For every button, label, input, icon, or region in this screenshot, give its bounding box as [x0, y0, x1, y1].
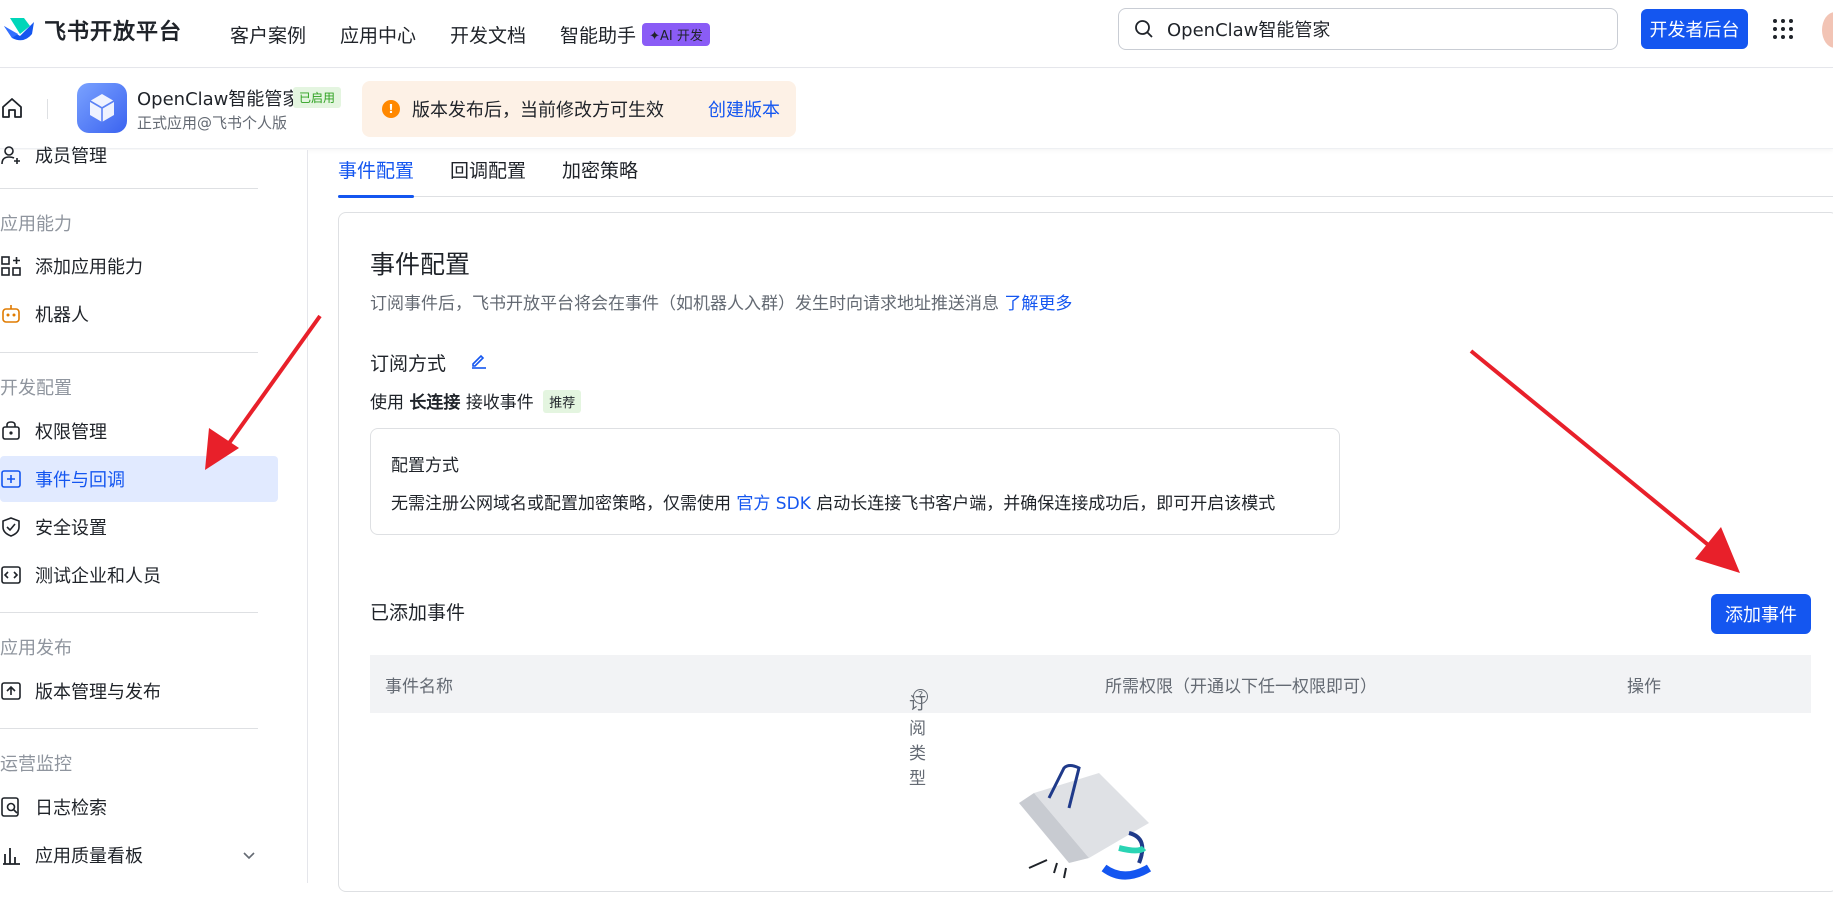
sidebar-item-label: 权限管理: [35, 422, 107, 443]
ai-badge: ✦AI 开发: [642, 22, 710, 46]
sidebar: 成员管理 应用能力 添加应用能力 机器人 开发配置 权限管理 事件与回调 安全设…: [0, 146, 308, 883]
blocks-icon: [1, 256, 21, 276]
developer-console-button[interactable]: 开发者后台: [1641, 9, 1748, 49]
col-subscribe-type: 订阅类型: [909, 694, 926, 789]
search-input[interactable]: OpenClaw智能管家: [1118, 8, 1618, 50]
sidebar-item-label: 成员管理: [35, 146, 107, 167]
sidebar-item-versions[interactable]: 版本管理与发布: [0, 668, 278, 714]
apps-grid-icon[interactable]: [1772, 18, 1794, 40]
app-icon: [77, 83, 127, 133]
lock-icon: [2, 421, 20, 440]
col-permissions: 所需权限（开通以下任一权限即可）: [1105, 677, 1377, 697]
app-name: OpenClaw智能管家: [137, 89, 301, 110]
feishu-logo-icon: [4, 18, 34, 41]
divider: [0, 612, 258, 613]
shield-icon: [2, 517, 20, 537]
bar-chart-icon: [3, 848, 20, 865]
divider: [0, 728, 258, 729]
nav-app-center[interactable]: 应用中心: [340, 21, 416, 48]
tab-callback-config[interactable]: 回调配置: [450, 150, 526, 197]
nav-ai-assistant[interactable]: 智能助手 ✦AI 开发: [560, 21, 710, 48]
empty-state-icon: [1019, 764, 1152, 880]
avatar[interactable]: [1822, 12, 1833, 48]
chevron-down-icon[interactable]: [242, 848, 256, 862]
platform-name: 飞书开放平台: [44, 20, 183, 45]
group-dev-config: 开发配置: [0, 378, 72, 399]
event-icon: [1, 470, 21, 488]
status-badge: 已启用: [293, 87, 342, 108]
top-navbar: 飞书开放平台 客户案例 应用中心 开发文档 智能助手 ✦AI 开发 OpenCla…: [0, 0, 1833, 68]
sidebar-item-label: 安全设置: [35, 518, 107, 539]
notice-text: 版本发布后，当前修改方可生效: [412, 100, 664, 121]
long-connection-label: 长连接: [409, 393, 461, 413]
search-icon: [1135, 20, 1153, 38]
log-search-icon: [1, 797, 19, 817]
page-description: 订阅事件后，飞书开放平台将会在事件（如机器人入群）发生时向请求地址推送消息 了解…: [370, 289, 1072, 314]
sidebar-item-label: 测试企业和人员: [35, 566, 161, 587]
col-event-name: 事件名称: [385, 677, 453, 697]
sidebar-item-bot[interactable]: 机器人: [0, 291, 278, 337]
add-event-button[interactable]: 添加事件: [1711, 594, 1811, 634]
robot-icon: [2, 305, 20, 323]
platform-logo[interactable]: 飞书开放平台: [2, 14, 182, 46]
edit-icon[interactable]: [470, 351, 488, 369]
learn-more-link[interactable]: 了解更多: [1004, 294, 1072, 314]
config-text-1: 无需注册公网域名或配置加密策略，仅需使用: [391, 494, 731, 514]
sidebar-item-logs[interactable]: 日志检索: [0, 784, 278, 830]
warning-icon: !: [382, 100, 400, 118]
code-icon: [1, 566, 21, 584]
use-prefix: 使用: [370, 393, 404, 413]
events-table-header: 事件名称 订阅类型? 所需权限（开通以下任一权限即可） 操作: [370, 655, 1811, 789]
create-version-link[interactable]: 创建版本: [708, 96, 780, 122]
config-info-box: 配置方式 无需注册公网域名或配置加密策略，仅需使用 官方 SDK 启动长连接飞书…: [370, 428, 1340, 535]
cube-icon: [89, 94, 115, 122]
upload-icon: [1, 682, 21, 700]
sidebar-item-label: 添加应用能力: [35, 257, 143, 278]
event-config-card: 事件配置 订阅事件后，飞书开放平台将会在事件（如机器人入群）发生时向请求地址推送…: [338, 212, 1833, 892]
tab-event-config[interactable]: 事件配置: [338, 150, 415, 198]
sidebar-item-label: 机器人: [35, 305, 89, 326]
recommend-badge: 推荐: [543, 390, 582, 413]
col-actions: 操作: [1627, 677, 1661, 697]
config-tabs: 事件配置 回调配置 加密策略: [338, 150, 1833, 198]
subscribe-mode: 使用 长连接 接收事件 推荐: [370, 388, 582, 413]
config-text-2: 启动长连接飞书客户端，并确保连接成功后，即可开启该模式: [816, 494, 1276, 514]
app-subtitle: 正式应用@飞书个人版: [137, 114, 288, 132]
top-nav: 客户案例 应用中心 开发文档 智能助手 ✦AI 开发: [230, 0, 710, 68]
user-add-icon: [1, 146, 20, 165]
sidebar-item-events[interactable]: 事件与回调: [0, 456, 278, 502]
nav-customer-cases[interactable]: 客户案例: [230, 21, 306, 48]
nav-dev-docs[interactable]: 开发文档: [450, 21, 526, 48]
sidebar-item-label: 应用质量看板: [35, 846, 143, 867]
help-icon[interactable]: ?: [913, 689, 928, 704]
config-text: 无需注册公网域名或配置加密策略，仅需使用 官方 SDK 启动长连接飞书客户端，并…: [391, 489, 1275, 514]
config-title: 配置方式: [391, 456, 459, 476]
group-release: 应用发布: [0, 638, 72, 659]
home-icon[interactable]: [0, 96, 24, 120]
divider: [47, 99, 48, 119]
sidebar-item-members[interactable]: 成员管理: [0, 132, 278, 178]
sidebar-item-label: 事件与回调: [35, 470, 125, 491]
divider: [0, 188, 258, 189]
sidebar-item-permissions[interactable]: 权限管理: [0, 408, 278, 454]
search-value: OpenClaw智能管家: [1167, 20, 1331, 41]
sidebar-item-security[interactable]: 安全设置: [0, 504, 278, 550]
added-events-heading: 已添加事件: [370, 602, 466, 624]
sidebar-item-test-users[interactable]: 测试企业和人员: [0, 552, 278, 598]
tab-encryption[interactable]: 加密策略: [562, 150, 638, 197]
description-text: 订阅事件后，飞书开放平台将会在事件（如机器人入群）发生时向请求地址推送消息: [370, 294, 999, 314]
subscribe-heading: 订阅方式: [370, 353, 447, 375]
official-sdk-link[interactable]: 官方 SDK: [736, 494, 810, 514]
divider: [0, 352, 258, 353]
sidebar-item-label: 版本管理与发布: [35, 682, 161, 703]
sidebar-item-quality[interactable]: 应用质量看板: [0, 832, 278, 878]
nav-ai-assistant-label: 智能助手: [560, 24, 637, 47]
sidebar-item-label: 日志检索: [35, 798, 107, 819]
page-title: 事件配置: [370, 250, 471, 279]
version-notice: ! 版本发布后，当前修改方可生效 创建版本: [362, 81, 796, 137]
group-app-ability: 应用能力: [0, 214, 72, 235]
use-suffix: 接收事件: [465, 393, 534, 413]
group-ops: 运营监控: [0, 754, 72, 775]
sidebar-item-add-ability[interactable]: 添加应用能力: [0, 243, 278, 289]
